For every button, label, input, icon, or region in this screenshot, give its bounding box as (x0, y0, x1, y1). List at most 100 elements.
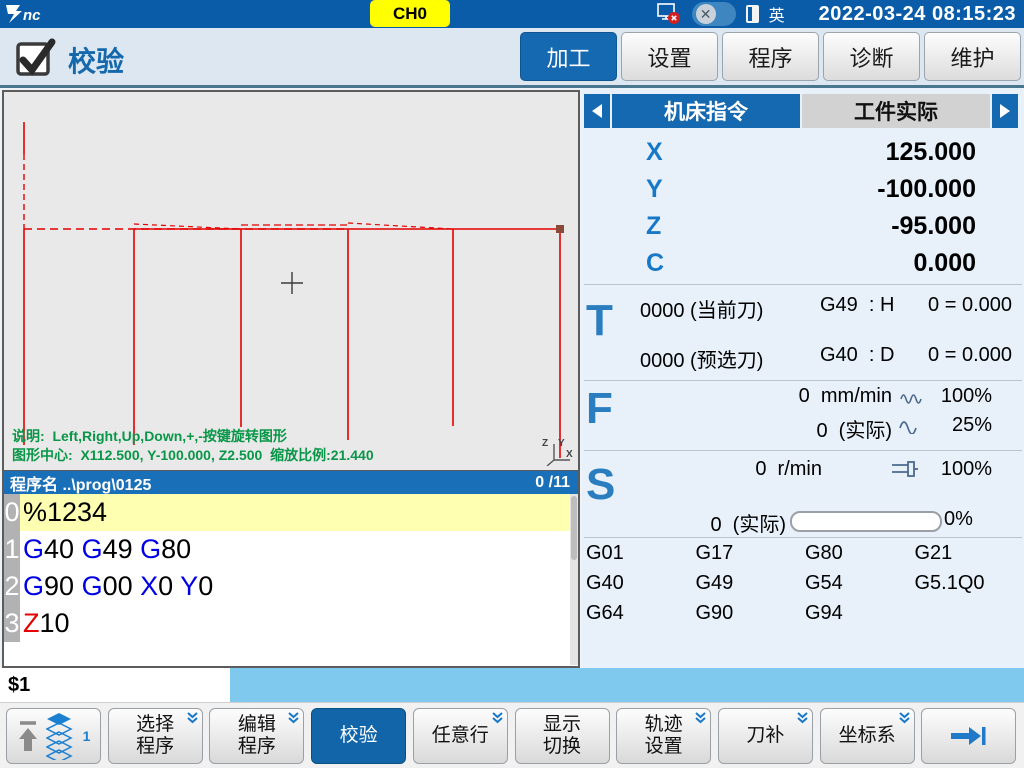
softkey-edit-program[interactable]: 编辑程序 (209, 708, 304, 764)
main-tab-诊断[interactable]: 诊断 (823, 32, 920, 81)
program-scrollbar[interactable] (570, 494, 578, 665)
softkey-verify[interactable]: 校验 (311, 708, 406, 764)
main-tab-程序[interactable]: 程序 (722, 32, 819, 81)
spindle-actual-value: 0 (实际) (662, 508, 786, 537)
axis-row-C: C0.000 (582, 245, 1024, 282)
feed-command-value: 0 mm/min (732, 385, 892, 408)
modal-gcode-grid: G01G17G80G21G40G49G54G5.1Q0G64G90G94 (586, 538, 1024, 628)
program-line[interactable]: 1G40 G49 G80 (4, 531, 570, 568)
spindle-section-label: S (586, 460, 615, 510)
main-tab-加工[interactable]: 加工 (520, 32, 617, 81)
keyboard-icon[interactable] (746, 5, 759, 23)
axis-row-X: X125.000 (582, 134, 1024, 171)
toolpath-graph[interactable]: 说明: Left,Right,Up,Down,+,-按键旋转图形 图形中心: X… (2, 90, 580, 470)
status-panel: 机床指令 工件实际 X125.000Y-100.000Z-95.000C0.00… (582, 88, 1024, 668)
softkey-track-settings[interactable]: 轨迹设置 (616, 708, 711, 764)
usb-eject-icon[interactable]: ✕ (692, 2, 736, 26)
axis-row-Y: Y-100.000 (582, 171, 1024, 208)
code-token: %1234 (23, 497, 107, 527)
coord-display-tabs: 机床指令 工件实际 (584, 94, 1022, 128)
line-number: 0 (4, 494, 20, 531)
softkey-display-switch[interactable]: 显示切换 (515, 708, 610, 764)
softkey-label: 选择 (136, 714, 174, 736)
code-token: Z (23, 608, 40, 638)
axis-value: -95.000 (652, 212, 1024, 241)
softkey-bar: 1选择程序编辑程序校验任意行显示切换轨迹设置刀补坐标系 (0, 702, 1024, 768)
gcode-row: G64G90G94 (586, 598, 1024, 628)
softkey-next-page[interactable] (921, 708, 1016, 764)
axis-triad-icon: Z Y X (540, 436, 574, 466)
code-token: 40 (44, 534, 82, 564)
axis-name: Y (582, 175, 652, 204)
gcode-cell: G01 (586, 542, 696, 565)
softkey-select-program[interactable]: 选择程序 (108, 708, 203, 764)
axis-value: 125.000 (652, 138, 1024, 167)
chevron-double-down-icon (186, 712, 199, 725)
channel-status-label: $1 (0, 668, 230, 702)
code-token: Y (180, 571, 198, 601)
gcode-cell: G54 (805, 572, 915, 595)
coord-tab-prev-button[interactable] (584, 94, 610, 128)
gcode-cell: G49 (696, 572, 806, 595)
chevron-double-down-icon (491, 712, 504, 725)
gcode-cell: G94 (805, 602, 915, 625)
code-token: G (82, 534, 103, 564)
axis-row-Z: Z-95.000 (582, 208, 1024, 245)
code-token: G (23, 571, 44, 601)
softkey-coord-system[interactable]: 坐标系 (820, 708, 915, 764)
softkey-label: 坐标系 (839, 725, 896, 747)
softkey-label: 显示 (543, 714, 581, 736)
main-tab-维护[interactable]: 维护 (924, 32, 1021, 81)
feed-override-percent: 100% (930, 385, 992, 408)
chevron-double-down-icon (287, 712, 300, 725)
ime-indicator[interactable]: 英 (769, 2, 785, 26)
line-text: Z10 (20, 605, 570, 642)
gcode-cell: G40 (586, 572, 696, 595)
softkey-tool-comp[interactable]: 刀补 (718, 708, 813, 764)
hnc-cnc-screen: { "topbar": { "channel": "CH0", "ime_lab… (0, 0, 1024, 768)
network-error-icon[interactable] (656, 3, 682, 25)
line-number: 3 (4, 605, 20, 642)
softkey-label: 任意行 (432, 725, 489, 747)
code-token: 90 (44, 571, 82, 601)
softkey-label: 设置 (645, 736, 683, 758)
layers-icon (46, 712, 76, 760)
chevron-double-down-icon (694, 712, 707, 725)
code-token: 49 (103, 534, 141, 564)
program-line[interactable]: 2G90 G00 X0 Y0 (4, 568, 570, 605)
program-header: 程序名 ..\prog\0125 0 /11 (4, 471, 578, 494)
feed-override-wave-icon (900, 390, 926, 404)
program-line[interactable]: 0%1234 (4, 494, 570, 531)
gcode-cell: G17 (696, 542, 806, 565)
tool-section-label: T (586, 296, 613, 346)
scrollbar-thumb[interactable] (571, 496, 577, 560)
softkey-stack[interactable]: 1 (6, 708, 101, 764)
toolpath-plot (4, 92, 578, 468)
gcode-cell: G64 (586, 602, 696, 625)
code-token: 10 (40, 608, 70, 638)
return-top-icon (17, 719, 39, 753)
chevron-double-down-icon (898, 712, 911, 725)
code-token: 80 (161, 534, 191, 564)
softkey-any-line[interactable]: 任意行 (413, 708, 508, 764)
feed-actual-value: 0 (实际) (732, 414, 892, 443)
layer-badge: 1 (83, 725, 91, 747)
main-tab-设置[interactable]: 设置 (621, 32, 718, 81)
tool-preselect-no: 0000 (预选刀) (640, 344, 763, 373)
softkey-label: 轨迹 (645, 714, 683, 736)
tab-machine-command[interactable]: 机床指令 (612, 94, 800, 128)
tool-position-marker (556, 225, 564, 233)
channel-badge[interactable]: CH0 (370, 0, 450, 27)
spindle-actual-percent: 0% (944, 508, 973, 531)
gcode-cell: G5.1Q0 (915, 572, 1024, 595)
tab-workpiece-actual[interactable]: 工件实际 (802, 94, 990, 128)
coord-tab-next-button[interactable] (992, 94, 1018, 128)
gcode-row: G40G49G54G5.1Q0 (586, 568, 1024, 598)
code-token: G (140, 534, 161, 564)
spindle-command-value: 0 r/min (662, 458, 822, 481)
program-lines[interactable]: 0%12341G40 G49 G802G90 G00 X0 Y03Z10 (4, 494, 570, 665)
page-title: 校验 (68, 40, 124, 80)
program-line[interactable]: 3Z10 (4, 605, 570, 642)
spindle-override-icon (890, 460, 924, 478)
line-text: G40 G49 G80 (20, 531, 570, 568)
